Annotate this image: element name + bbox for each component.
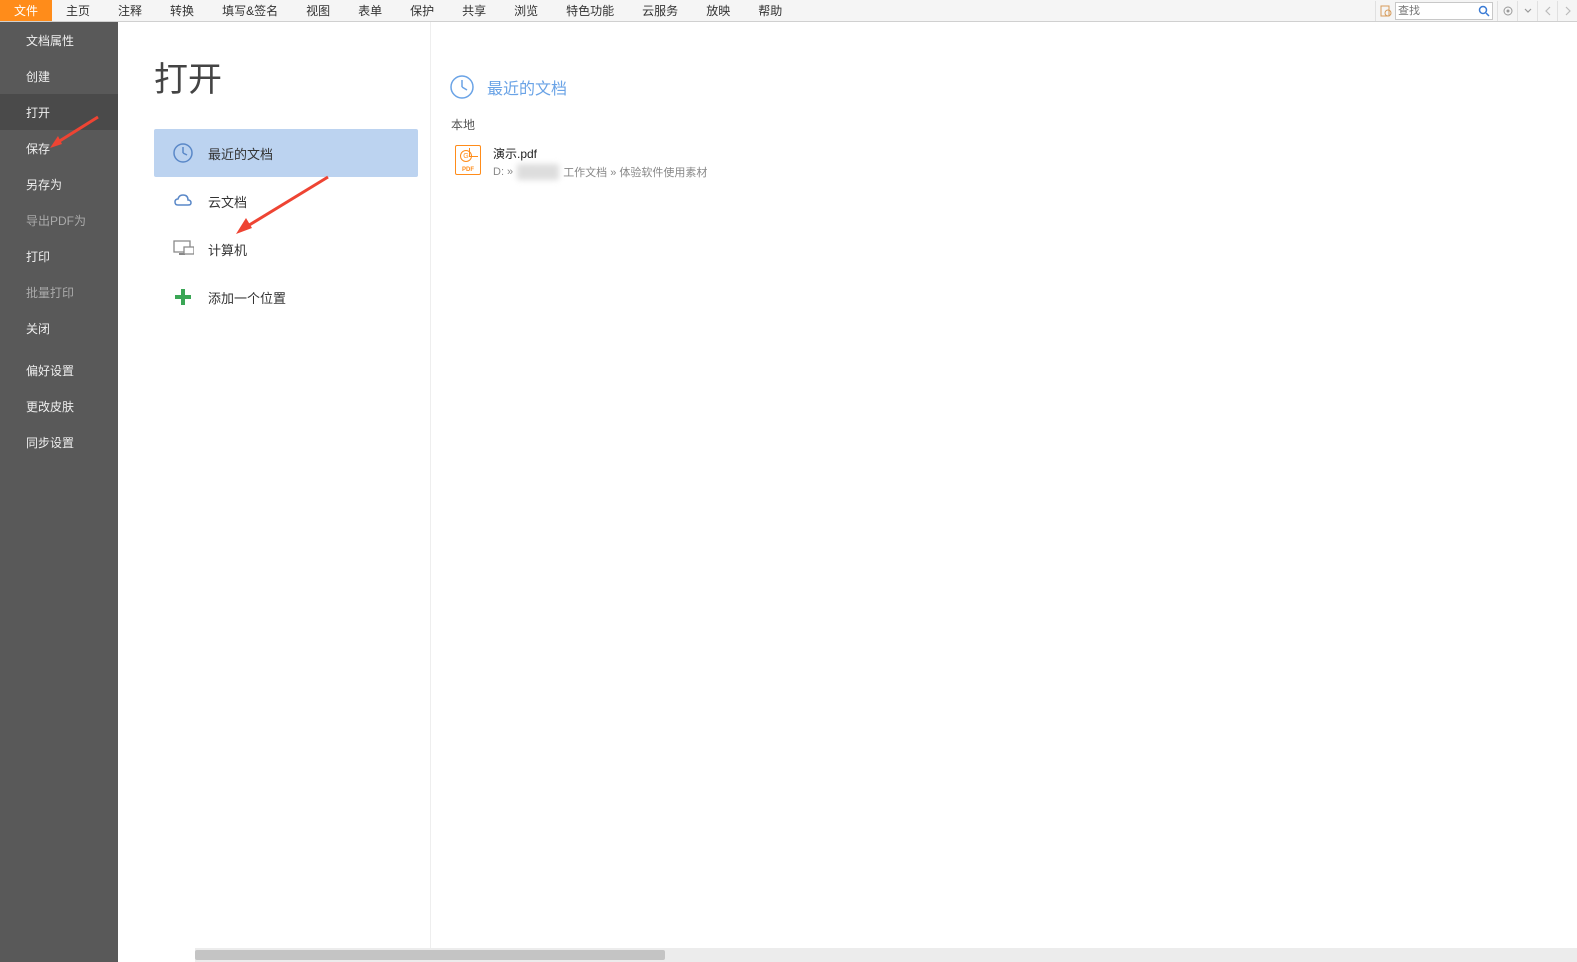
file-path-seg: 工作文档 » 体验软件使用素材 xyxy=(563,164,707,180)
recent-file-row[interactable]: G 演示.pdf D: » 用户 工作文档 » 体验软件使用素材 xyxy=(449,141,849,184)
sidebar-item-label: 导出PDF为 xyxy=(26,212,86,229)
sidebar-item-sync[interactable]: 同步设置 xyxy=(0,424,118,460)
source-computer[interactable]: 计算机 xyxy=(154,225,418,273)
sidebar-item-label: 批量打印 xyxy=(26,284,74,301)
menu-tab-fillsign[interactable]: 填写&签名 xyxy=(208,0,292,21)
source-cloud[interactable]: 云文档 xyxy=(154,177,418,225)
recent-group-local: 本地 xyxy=(449,116,1577,133)
source-label: 添加一个位置 xyxy=(208,288,286,307)
menu-tab-slideshow[interactable]: 放映 xyxy=(692,0,744,21)
source-label: 最近的文档 xyxy=(208,144,273,163)
sidebar-item-label: 偏好设置 xyxy=(26,362,74,379)
sidebar-item-label: 更改皮肤 xyxy=(26,398,74,415)
chevron-down-icon[interactable] xyxy=(1517,1,1537,21)
menu-right-tools xyxy=(1375,0,1577,21)
menu-tab-browse[interactable]: 浏览 xyxy=(500,0,552,21)
menu-tab-form[interactable]: 表单 xyxy=(344,0,396,21)
open-recent-column: 最近的文档 本地 G 演示.pdf D: » 用户 工作文档 » 体验软件使用素… xyxy=(430,22,1577,962)
sidebar-item-label: 打印 xyxy=(26,248,50,265)
sidebar-item-saveas[interactable]: 另存为 xyxy=(0,166,118,202)
recent-heading-label: 最近的文档 xyxy=(487,75,567,99)
sidebar-item-label: 创建 xyxy=(26,68,50,85)
sidebar-item-preferences[interactable]: 偏好设置 xyxy=(0,352,118,388)
file-info: 演示.pdf D: » 用户 工作文档 » 体验软件使用素材 xyxy=(493,145,707,180)
computer-icon xyxy=(172,238,194,260)
sidebar-item-skin[interactable]: 更改皮肤 xyxy=(0,388,118,424)
menu-tab-protect[interactable]: 保护 xyxy=(396,0,448,21)
sidebar-item-exportpdf[interactable]: 导出PDF为 xyxy=(0,202,118,238)
source-add-location[interactable]: 添加一个位置 xyxy=(154,273,418,321)
menu-tab-home[interactable]: 主页 xyxy=(52,0,104,21)
sidebar-item-label: 同步设置 xyxy=(26,434,74,451)
file-path-seg: D: » xyxy=(493,166,513,178)
search-box[interactable] xyxy=(1395,2,1493,20)
clock-icon xyxy=(449,74,475,100)
sidebar-item-create[interactable]: 创建 xyxy=(0,58,118,94)
sidebar-item-save[interactable]: 保存 xyxy=(0,130,118,166)
cloud-icon xyxy=(172,190,194,212)
sidebar-item-open[interactable]: 打开 xyxy=(0,94,118,130)
sidebar-item-close[interactable]: 关闭 xyxy=(0,310,118,346)
nav-prev-icon[interactable] xyxy=(1537,1,1557,21)
menu-tab-cloud[interactable]: 云服务 xyxy=(628,0,692,21)
settings-icon[interactable] xyxy=(1497,1,1517,21)
scrollbar-thumb[interactable] xyxy=(195,950,665,960)
horizontal-scrollbar[interactable] xyxy=(195,948,1577,962)
sidebar-item-label: 保存 xyxy=(26,140,50,157)
menu-tab-help[interactable]: 帮助 xyxy=(744,0,796,21)
menu-tab-annotate[interactable]: 注释 xyxy=(104,0,156,21)
sidebar-item-properties[interactable]: 文档属性 xyxy=(0,22,118,58)
source-label: 计算机 xyxy=(208,240,247,259)
file-sidebar: 文档属性 创建 打开 保存 另存为 导出PDF为 打印 批量打印 关闭 偏好设置… xyxy=(0,22,118,962)
page-title: 打开 xyxy=(154,52,418,101)
file-name: 演示.pdf xyxy=(493,145,707,162)
nav-next-icon[interactable] xyxy=(1557,1,1577,21)
menu-tab-view[interactable]: 视图 xyxy=(292,0,344,21)
sidebar-item-batchprint[interactable]: 批量打印 xyxy=(0,274,118,310)
file-path: D: » 用户 工作文档 » 体验软件使用素材 xyxy=(493,164,707,180)
menu-tab-convert[interactable]: 转换 xyxy=(156,0,208,21)
file-path-blurred: 用户 xyxy=(517,164,559,180)
pdf-file-icon: G xyxy=(455,145,481,175)
source-recent[interactable]: 最近的文档 xyxy=(154,129,418,177)
search-icon[interactable] xyxy=(1476,3,1492,19)
sidebar-item-label: 打开 xyxy=(26,104,50,121)
menu-bar: 文件 主页 注释 转换 填写&签名 视图 表单 保护 共享 浏览 特色功能 云服… xyxy=(0,0,1577,22)
sidebar-item-label: 另存为 xyxy=(26,176,62,193)
clock-icon xyxy=(172,142,194,164)
menu-tab-file[interactable]: 文件 xyxy=(0,0,52,21)
search-input[interactable] xyxy=(1396,5,1476,17)
open-sources-column: 打开 最近的文档 云文档 xyxy=(118,22,418,962)
menu-tab-share[interactable]: 共享 xyxy=(448,0,500,21)
recent-heading: 最近的文档 xyxy=(449,74,1577,100)
open-panel: 打开 最近的文档 云文档 xyxy=(118,22,1577,962)
search-doc-icon[interactable] xyxy=(1375,1,1395,21)
menu-tab-features[interactable]: 特色功能 xyxy=(552,0,628,21)
sidebar-item-label: 文档属性 xyxy=(26,32,74,49)
source-label: 云文档 xyxy=(208,192,247,211)
sidebar-item-print[interactable]: 打印 xyxy=(0,238,118,274)
plus-icon xyxy=(172,286,194,308)
sidebar-item-label: 关闭 xyxy=(26,320,50,337)
